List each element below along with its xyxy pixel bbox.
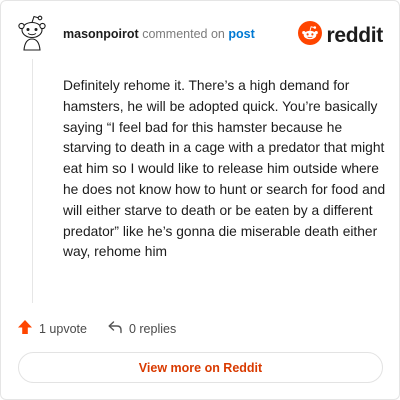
username-link[interactable]: masonpoirot bbox=[63, 27, 139, 41]
comment-body: Definitely rehome it. There’s a high dem… bbox=[63, 78, 386, 260]
upvote-button[interactable]: 1 upvote bbox=[17, 319, 87, 338]
comment-header: masonpoirot commented on post bbox=[63, 27, 255, 41]
reply-arrow-icon bbox=[107, 319, 123, 338]
view-more-button[interactable]: View more on Reddit bbox=[18, 352, 383, 383]
reddit-logo-icon bbox=[298, 21, 323, 50]
commented-on-text: commented on bbox=[142, 27, 225, 41]
reddit-wordmark: reddit bbox=[326, 23, 383, 47]
replies-count: 0 replies bbox=[128, 321, 177, 336]
snoo-avatar-icon[interactable] bbox=[15, 13, 49, 53]
thread-line bbox=[32, 59, 33, 303]
comment-actions: 1 upvote 0 replies bbox=[17, 319, 176, 338]
replies-button[interactable]: 0 replies bbox=[107, 319, 176, 338]
post-link[interactable]: post bbox=[228, 27, 254, 41]
reddit-brand-link[interactable]: reddit bbox=[298, 21, 383, 50]
upvote-arrow-icon bbox=[17, 319, 33, 338]
comment-card: masonpoirot commented on post reddit Def… bbox=[0, 0, 400, 400]
upvote-count: 1 upvote bbox=[39, 321, 87, 336]
